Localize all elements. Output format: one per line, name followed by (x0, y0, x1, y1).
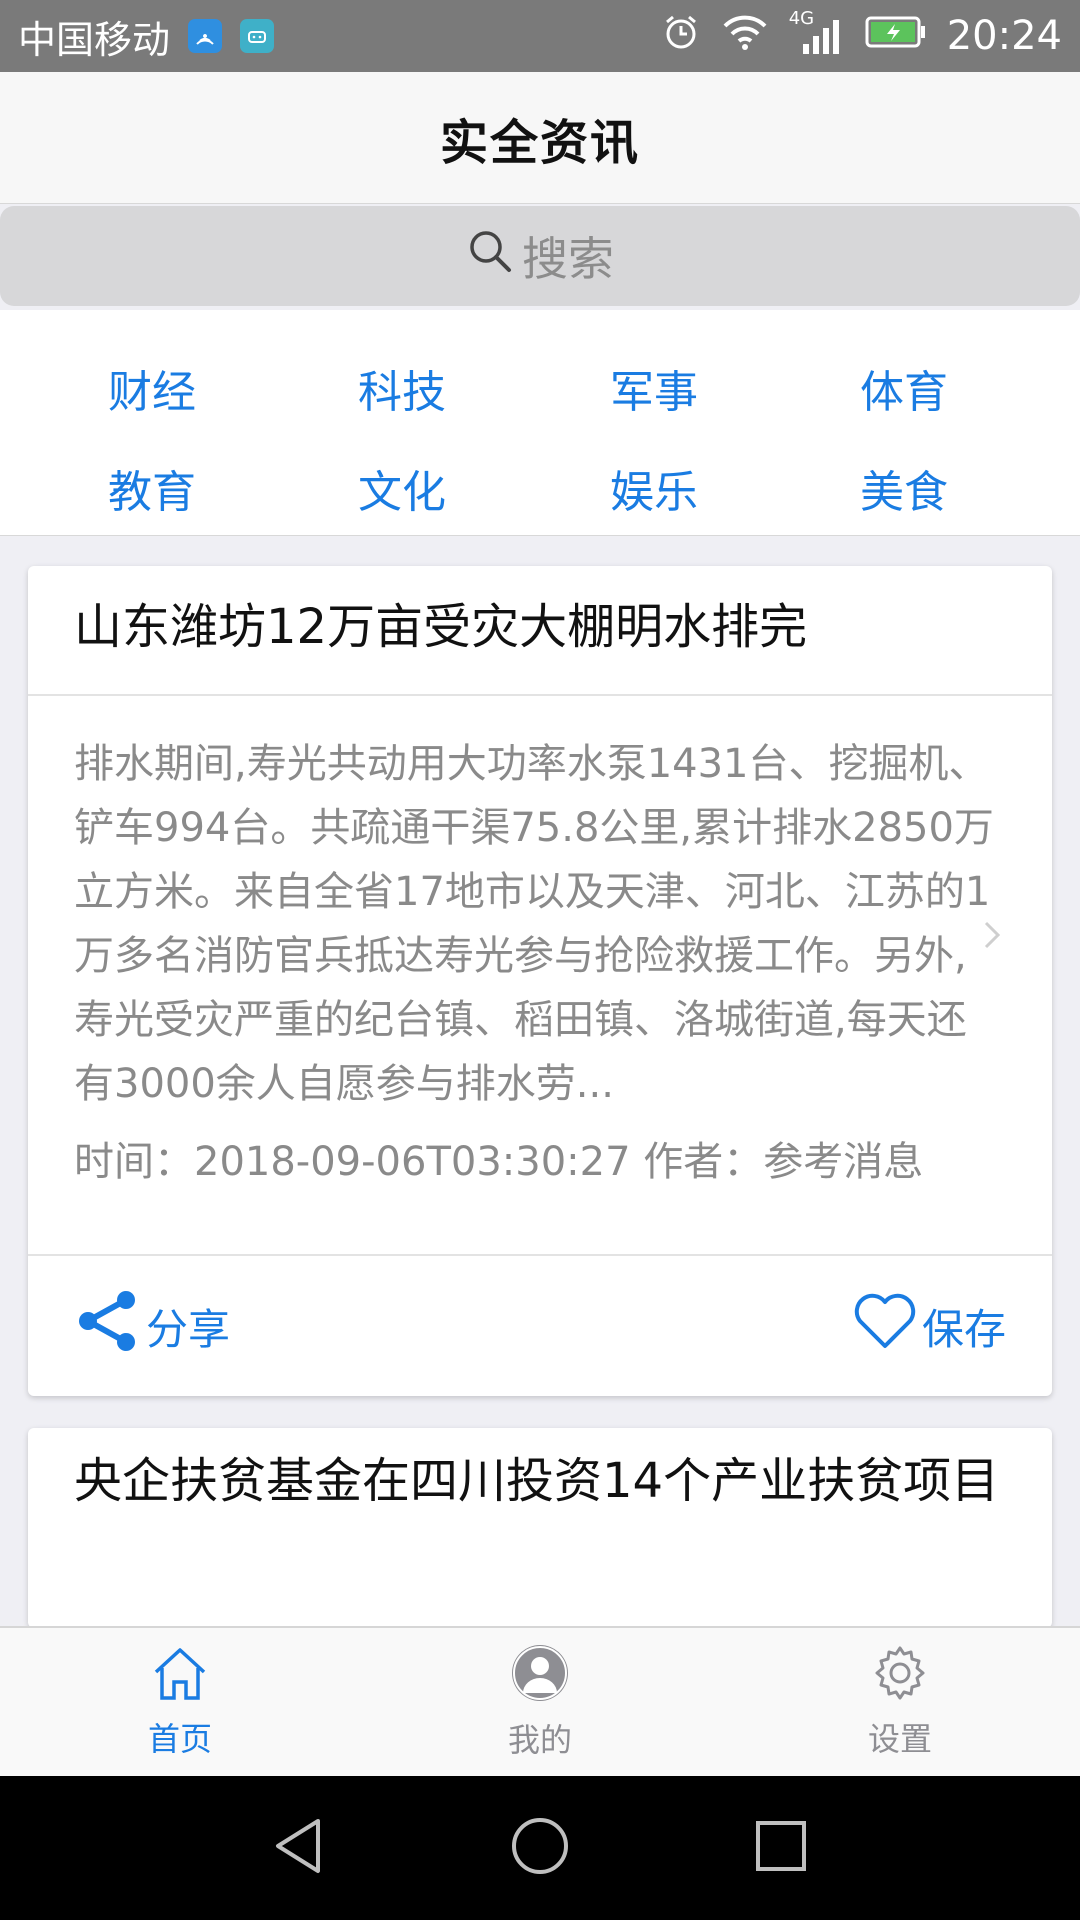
carrier-label: 中国移动 (18, 17, 171, 62)
article-summary: 排水期间,寿光共动用大功率水泵1431台、挖掘机、铲车994台。共疏通干渠75.… (74, 741, 994, 1107)
wifi-icon (721, 12, 769, 61)
category-education[interactable]: 教育 (72, 456, 232, 520)
signal-icon: 4G (789, 8, 845, 58)
article-summary-wrap: 排水期间,寿光共动用大功率水泵1431台、挖掘机、铲车994台。共疏通干渠75.… (28, 696, 1052, 1116)
heart-icon (854, 1292, 916, 1360)
tab-bar: 首页 我的 设置 (0, 1626, 1080, 1776)
wifi-hotspot-icon (188, 19, 223, 53)
category-culture[interactable]: 文化 (322, 456, 482, 520)
article-meta: 时间：2018-09-06T03:30:27 作者：参考消息 (74, 1139, 924, 1185)
category-grid: 财经 科技 军事 体育 教育 文化 娱乐 美食 (0, 310, 1080, 536)
article-actions: 分享 保存 (28, 1254, 1052, 1396)
tab-mine-label: 我的 (507, 1721, 572, 1759)
article-card[interactable]: 山东潍坊12万亩受灾大棚明水排完 排水期间,寿光共动用大功率水泵1431台、挖掘… (28, 566, 1052, 1396)
search-bar: 搜索 (0, 204, 1080, 310)
article-title: 央企扶贫基金在四川投资14个产业扶贫项目 (74, 1453, 1000, 1509)
tab-settings-label: 设置 (867, 1720, 932, 1758)
tab-settings[interactable]: 设置 (720, 1628, 1080, 1776)
share-button[interactable]: 分享 (74, 1288, 230, 1364)
category-sports[interactable]: 体育 (824, 356, 984, 420)
tab-home-label: 首页 (147, 1720, 212, 1758)
back-icon[interactable] (272, 1817, 326, 1879)
search-placeholder: 搜索 (522, 232, 614, 286)
category-finance[interactable]: 财经 (72, 356, 232, 420)
save-button[interactable]: 保存 (854, 1292, 1006, 1360)
share-label: 分享 (146, 1304, 231, 1354)
home-icon (150, 1644, 210, 1710)
android-icon (240, 19, 275, 53)
category-tech[interactable]: 科技 (322, 356, 482, 420)
home-circle-icon[interactable] (510, 1816, 570, 1880)
category-entertainment[interactable]: 娱乐 (574, 456, 734, 520)
system-nav-bar (0, 1776, 1080, 1920)
user-avatar-icon (510, 1643, 570, 1711)
tab-mine[interactable]: 我的 (360, 1628, 720, 1776)
article-card[interactable]: 央企扶贫基金在四川投资14个产业扶贫项目 (28, 1428, 1052, 1628)
battery-icon (865, 14, 927, 58)
app-header: 实全资讯 (0, 72, 1080, 204)
share-icon (74, 1288, 140, 1364)
gear-icon (871, 1644, 929, 1710)
search-icon (466, 227, 514, 286)
chevron-right-icon (982, 906, 1002, 970)
page-title: 实全资讯 (439, 114, 640, 171)
category-food[interactable]: 美食 (824, 456, 984, 520)
recents-icon[interactable] (754, 1819, 808, 1877)
tab-home[interactable]: 首页 (0, 1628, 360, 1776)
alarm-icon (661, 12, 701, 61)
status-bar: 中国移动 4G 20:24 (0, 0, 1080, 72)
search-input[interactable]: 搜索 (0, 206, 1080, 306)
save-label: 保存 (921, 1304, 1006, 1354)
article-title: 山东潍坊12万亩受灾大棚明水排完 (28, 566, 1052, 696)
category-military[interactable]: 军事 (574, 356, 734, 420)
clock: 20:24 (946, 13, 1062, 59)
